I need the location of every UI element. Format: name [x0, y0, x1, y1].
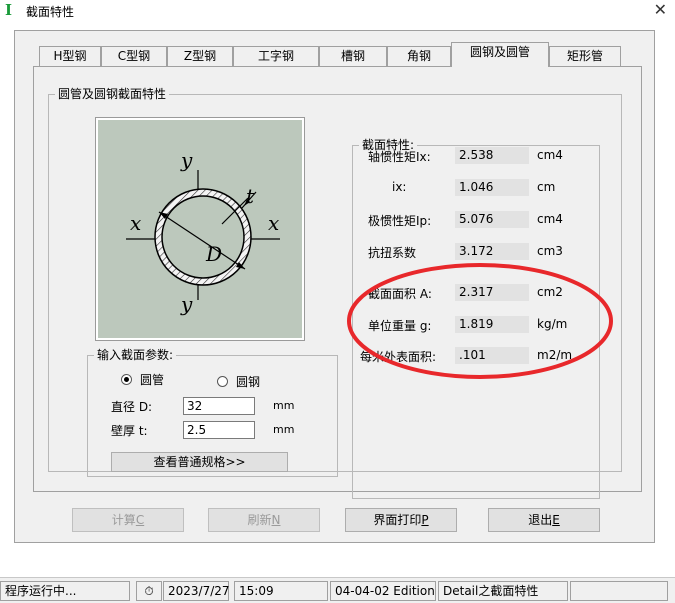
tab-z-steel[interactable]: Z型钢 — [167, 46, 233, 66]
diameter-label: 直径 D: — [111, 400, 153, 414]
tab-h-steel[interactable]: H型钢 — [39, 46, 101, 66]
prop-value: 1.046 — [455, 179, 529, 196]
tab-round-tube[interactable]: 圆钢及圆管 — [451, 42, 549, 67]
tab-panel: 圆管及圆钢截面特性 y y x x t D 输入截面参数: 圆管 圆钢 直径 D… — [33, 66, 642, 499]
status-text: 程序运行中... — [0, 581, 130, 601]
prop-unit: cm4 — [537, 148, 563, 162]
status-detail: Detail之截面特性 — [438, 581, 568, 601]
radio-rod-label[interactable]: 圆钢 — [236, 373, 260, 390]
view-spec-button[interactable]: 查看普通规格>> — [111, 452, 288, 472]
window-title: 截面特性 — [26, 5, 75, 19]
prop-label: 轴惯性矩Ix: — [368, 150, 431, 164]
thickness-dim-label: t — [246, 184, 255, 208]
diameter-dim-label: D — [206, 242, 223, 266]
prop-label: 极惯性矩Ip: — [368, 214, 432, 228]
x-axis-right-label: x — [268, 211, 280, 235]
status-bar: 程序运行中... ⏱ 2023/7/27 15:09 04-04-02 Edit… — [0, 577, 675, 603]
prop-value: 2.317 — [455, 284, 529, 301]
prop-label: 截面面积 A: — [368, 287, 432, 301]
tab-channel[interactable]: 槽钢 — [319, 46, 387, 66]
title-bar: I 截面特性 ✕ — [0, 0, 675, 22]
dialog-client: H型钢 C型钢 Z型钢 工字钢 槽钢 角钢 圆钢及圆管 矩形管 圆管及圆钢截面特… — [14, 30, 655, 543]
tab-c-steel[interactable]: C型钢 — [101, 46, 167, 66]
prop-unit: m2/m — [537, 348, 573, 362]
thickness-unit: mm — [273, 423, 295, 436]
prop-label: 单位重量 g: — [368, 319, 432, 333]
thickness-label: 壁厚 t: — [111, 424, 148, 438]
prop-value: .101 — [455, 347, 529, 364]
x-axis-left-label: x — [130, 211, 142, 235]
diameter-unit: mm — [273, 399, 295, 412]
stopwatch-icon: ⏱ — [136, 581, 162, 601]
tab-rect-tube[interactable]: 矩形管 — [549, 46, 621, 66]
prop-value: 2.538 — [455, 147, 529, 164]
status-time: 15:09 — [234, 581, 328, 601]
thickness-input[interactable]: 2.5 — [183, 421, 255, 439]
radio-rod[interactable] — [217, 376, 228, 387]
tab-i-beam[interactable]: 工字钢 — [233, 46, 319, 66]
diameter-input[interactable]: 32 — [183, 397, 255, 415]
status-empty-panel — [570, 581, 668, 601]
y-axis-bottom-label: y — [181, 292, 193, 316]
exit-button[interactable]: 退出E — [488, 508, 600, 532]
input-group: 输入截面参数: 圆管 圆钢 直径 D: 32 mm 壁厚 t: 2.5 mm 查… — [87, 348, 338, 477]
prop-unit: cm3 — [537, 244, 563, 258]
y-axis-top-label: y — [181, 148, 193, 172]
status-edition: 04-04-02 Edition — [330, 581, 436, 601]
section-figure: y y x x t D — [95, 117, 305, 341]
prop-label: 每米外表面积: — [360, 350, 437, 364]
prop-unit: kg/m — [537, 317, 568, 331]
app-icon: I — [5, 1, 13, 19]
prop-value: 1.819 — [455, 316, 529, 333]
radio-tube-label[interactable]: 圆管 — [140, 371, 164, 388]
prop-label: ix: — [392, 180, 407, 194]
prop-unit: cm — [537, 180, 556, 194]
status-date: 2023/7/27 — [163, 581, 230, 601]
input-group-title: 输入截面参数: — [94, 348, 177, 362]
prop-value: 5.076 — [455, 211, 529, 228]
print-button[interactable]: 界面打印P — [345, 508, 457, 532]
prop-unit: cm2 — [537, 285, 563, 299]
radio-tube[interactable] — [121, 374, 132, 385]
close-icon[interactable]: ✕ — [654, 0, 667, 19]
prop-value: 3.172 — [455, 243, 529, 260]
calc-button[interactable]: 计算C — [72, 508, 184, 532]
tab-angle[interactable]: 角钢 — [387, 46, 451, 66]
section-group-title: 圆管及圆钢截面特性 — [55, 87, 170, 101]
prop-unit: cm4 — [537, 212, 563, 226]
refresh-button[interactable]: 刷新N — [208, 508, 320, 532]
prop-label: 抗扭系数 — [368, 246, 417, 260]
